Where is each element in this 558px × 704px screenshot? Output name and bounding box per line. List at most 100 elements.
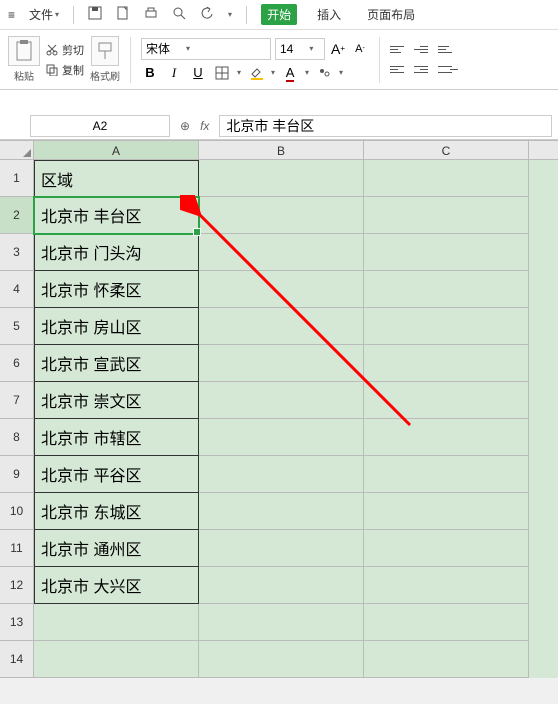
- name-box[interactable]: A2: [30, 115, 170, 137]
- cell[interactable]: [199, 234, 364, 271]
- row-header[interactable]: 12: [0, 567, 34, 604]
- cell[interactable]: 北京市 东城区: [34, 493, 199, 530]
- cell[interactable]: [364, 234, 529, 271]
- cell[interactable]: [364, 345, 529, 382]
- align-left-icon[interactable]: [390, 62, 410, 78]
- row-header[interactable]: 5: [0, 308, 34, 345]
- tab-insert[interactable]: 插入: [311, 4, 347, 25]
- spreadsheet-grid: A B C 1区域2北京市 丰台区3北京市 门头沟4北京市 怀柔区5北京市 房山…: [0, 140, 558, 678]
- cell[interactable]: [364, 493, 529, 530]
- expand-icon[interactable]: ⊕: [180, 119, 190, 133]
- ribbon: 粘贴 剪切 复制 格式刷 宋体▾ 14▾ A+ A- B: [0, 30, 558, 90]
- select-all-corner[interactable]: [0, 141, 34, 159]
- col-header-C[interactable]: C: [364, 141, 529, 159]
- cell[interactable]: [364, 641, 529, 678]
- paste-button[interactable]: [8, 36, 40, 66]
- col-header-B[interactable]: B: [199, 141, 364, 159]
- cell[interactable]: [364, 604, 529, 641]
- cell[interactable]: [199, 530, 364, 567]
- save-icon[interactable]: [88, 6, 102, 23]
- cell[interactable]: 北京市 门头沟: [34, 234, 199, 271]
- paste-group: 粘贴: [8, 36, 40, 83]
- row-header[interactable]: 6: [0, 345, 34, 382]
- col-header-A[interactable]: A: [34, 141, 199, 159]
- preview-icon[interactable]: [172, 6, 186, 23]
- cell[interactable]: 北京市 房山区: [34, 308, 199, 345]
- row-header[interactable]: 1: [0, 160, 34, 197]
- effects-button[interactable]: [315, 64, 333, 82]
- row-header[interactable]: 10: [0, 493, 34, 530]
- cell[interactable]: 区域: [34, 160, 199, 197]
- tab-start[interactable]: 开始: [261, 4, 297, 25]
- cell[interactable]: [199, 271, 364, 308]
- cell[interactable]: [364, 382, 529, 419]
- cell[interactable]: [364, 419, 529, 456]
- cell[interactable]: [364, 530, 529, 567]
- cell[interactable]: 北京市 宣武区: [34, 345, 199, 382]
- cell[interactable]: [199, 456, 364, 493]
- row-header[interactable]: 9: [0, 456, 34, 493]
- cell[interactable]: 北京市 平谷区: [34, 456, 199, 493]
- cell[interactable]: [199, 345, 364, 382]
- row-header[interactable]: 7: [0, 382, 34, 419]
- cell[interactable]: [364, 271, 529, 308]
- cell[interactable]: 北京市 大兴区: [34, 567, 199, 604]
- align-right-icon[interactable]: [438, 62, 458, 78]
- cell[interactable]: [199, 160, 364, 197]
- copy-button[interactable]: 复制: [46, 62, 84, 78]
- decrease-font-icon[interactable]: A-: [351, 40, 369, 58]
- cell[interactable]: 北京市 崇文区: [34, 382, 199, 419]
- cell[interactable]: [364, 197, 529, 234]
- cell[interactable]: 北京市 通州区: [34, 530, 199, 567]
- row-header[interactable]: 4: [0, 271, 34, 308]
- cell[interactable]: [199, 604, 364, 641]
- cell[interactable]: [199, 419, 364, 456]
- undo-icon[interactable]: [200, 6, 214, 23]
- bold-button[interactable]: B: [141, 64, 159, 82]
- cell[interactable]: [364, 456, 529, 493]
- cell[interactable]: 北京市 丰台区: [34, 197, 199, 234]
- row-header[interactable]: 3: [0, 234, 34, 271]
- paste-label: 粘贴: [14, 68, 34, 83]
- row-header[interactable]: 11: [0, 530, 34, 567]
- cell[interactable]: [34, 641, 199, 678]
- align-bottom-icon[interactable]: [438, 42, 458, 58]
- print-icon[interactable]: [144, 6, 158, 23]
- tab-page-layout[interactable]: 页面布局: [361, 4, 421, 25]
- file-menu[interactable]: 文件▾: [29, 6, 59, 23]
- cell[interactable]: [34, 604, 199, 641]
- fill-color-button[interactable]: [247, 64, 265, 82]
- cell[interactable]: [199, 567, 364, 604]
- cell[interactable]: [364, 160, 529, 197]
- undo-dropdown[interactable]: ▾: [228, 10, 232, 19]
- cut-button[interactable]: 剪切: [46, 42, 84, 58]
- fx-icon[interactable]: fx: [200, 119, 209, 133]
- font-size-select[interactable]: 14▾: [275, 38, 325, 60]
- new-icon[interactable]: [116, 6, 130, 23]
- increase-font-icon[interactable]: A+: [329, 40, 347, 58]
- underline-button[interactable]: U: [189, 64, 207, 82]
- cell[interactable]: [199, 641, 364, 678]
- row-header[interactable]: 14: [0, 641, 34, 678]
- border-button[interactable]: [213, 64, 231, 82]
- row-header[interactable]: 8: [0, 419, 34, 456]
- cell[interactable]: [199, 493, 364, 530]
- cell[interactable]: 北京市 怀柔区: [34, 271, 199, 308]
- format-painter[interactable]: 格式刷: [90, 36, 120, 83]
- row-header[interactable]: 2: [0, 197, 34, 234]
- align-center-icon[interactable]: [414, 62, 434, 78]
- cell[interactable]: [364, 567, 529, 604]
- cell[interactable]: 北京市 市辖区: [34, 419, 199, 456]
- cell[interactable]: [199, 382, 364, 419]
- font-color-button[interactable]: A: [281, 64, 299, 82]
- font-name-select[interactable]: 宋体▾: [141, 38, 271, 60]
- align-middle-icon[interactable]: [414, 42, 434, 58]
- cell[interactable]: [199, 197, 364, 234]
- row-header[interactable]: 13: [0, 604, 34, 641]
- cell[interactable]: [199, 308, 364, 345]
- italic-button[interactable]: I: [165, 64, 183, 82]
- formula-input[interactable]: 北京市 丰台区: [219, 115, 552, 137]
- menu-icon[interactable]: ≡: [8, 8, 15, 22]
- align-top-icon[interactable]: [390, 42, 410, 58]
- cell[interactable]: [364, 308, 529, 345]
